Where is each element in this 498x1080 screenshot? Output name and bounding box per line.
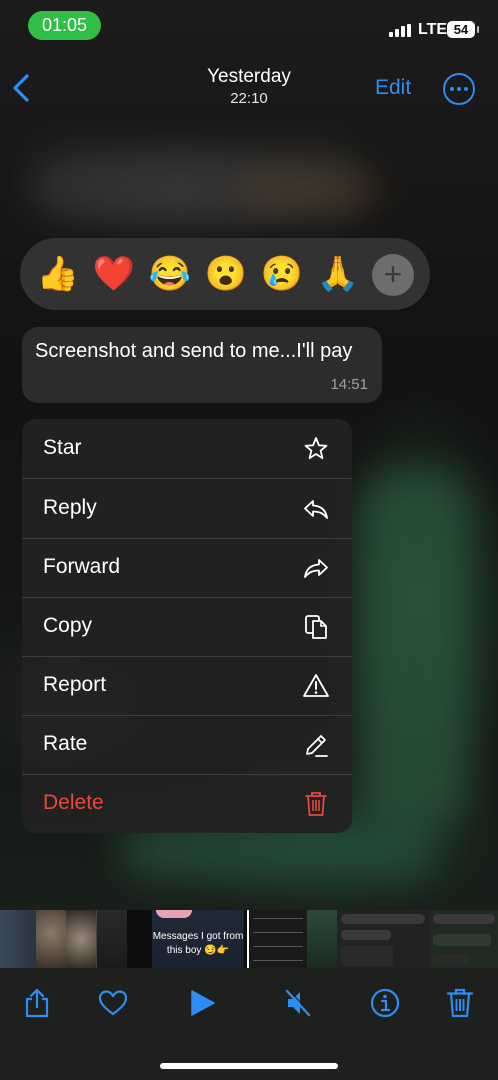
thumbnail-messages[interactable]: Messages I got from this boy 😏👉 [152,910,244,968]
blur-shape [240,170,380,210]
reaction-surprised[interactable]: 😮 [203,251,249,297]
menu-item-delete[interactable]: Delete [22,774,352,833]
menu-item-label: Rate [43,732,88,755]
battery-icon: 54 [447,21,479,38]
menu-item-star[interactable]: Star [22,419,352,478]
network-type: LTE [418,21,448,38]
heart-icon[interactable] [97,987,129,1019]
play-icon[interactable] [186,987,218,1019]
warning-icon [302,672,330,700]
message-bubble[interactable]: Screenshot and send to me...I'll pay 14:… [22,327,382,403]
thumbnail[interactable] [307,910,337,968]
menu-item-copy[interactable]: Copy [22,597,352,656]
add-reaction-button[interactable]: + [372,254,414,296]
thumbnail[interactable] [337,910,429,968]
thumbnail[interactable] [66,910,96,968]
reaction-heart[interactable]: ❤️ [91,251,137,297]
status-bar: 01:05 LTE 54 [0,0,498,52]
menu-item-report[interactable]: Report [22,656,352,715]
menu-item-rate[interactable]: Rate [22,715,352,774]
menu-item-label: Forward [43,555,121,578]
thumbnail[interactable] [96,910,127,968]
menu-item-label: Copy [43,614,93,637]
reaction-laugh[interactable]: 😂 [147,251,193,297]
mute-icon[interactable] [283,987,315,1019]
info-icon[interactable] [369,987,401,1019]
menu-item-label: Report [43,673,107,696]
thumbnail-strip: Messages I got from this boy 😏👉 [0,910,498,968]
message-time: 14:51 [330,376,368,393]
trash-icon [302,790,330,818]
ellipsis-circle-icon[interactable] [443,73,475,105]
blur-shape [360,470,470,830]
message-text: Screenshot and send to me...I'll pay [35,340,353,362]
pencil-icon [302,731,330,759]
copy-icon [302,613,330,641]
forward-icon [302,554,330,582]
edit-button[interactable]: Edit [375,76,411,100]
menu-item-reply[interactable]: Reply [22,479,352,538]
context-menu: Star Reply Forward Copy Report Rate Dele… [22,419,352,833]
share-icon[interactable] [21,987,53,1019]
page-title: Yesterday [207,66,291,87]
reaction-sad[interactable]: 😢 [259,251,305,297]
menu-item-label: Star [43,436,82,459]
menu-item-label: Reply [43,496,97,519]
reaction-thumbs-up[interactable]: 👍 [35,251,81,297]
home-indicator[interactable] [160,1063,338,1069]
star-icon [302,435,330,463]
reaction-pray[interactable]: 🙏 [315,251,361,297]
reply-icon [302,495,330,523]
menu-item-forward[interactable]: Forward [22,538,352,597]
thumbnail[interactable] [247,910,309,968]
status-time: 01:05 [28,11,101,40]
thumbnail[interactable] [36,910,66,968]
thumbnail-caption: Messages I got from this boy 😏👉 [152,931,244,956]
menu-item-label: Delete [43,791,104,814]
trash-icon[interactable] [444,987,476,1019]
reaction-bar: 👍 ❤️ 😂 😮 😢 🙏 + [20,238,430,310]
thumbnail[interactable] [0,910,36,968]
signal-icon [389,24,411,37]
page-subtitle: 22:10 [230,90,268,107]
thumbnail[interactable] [429,910,498,968]
